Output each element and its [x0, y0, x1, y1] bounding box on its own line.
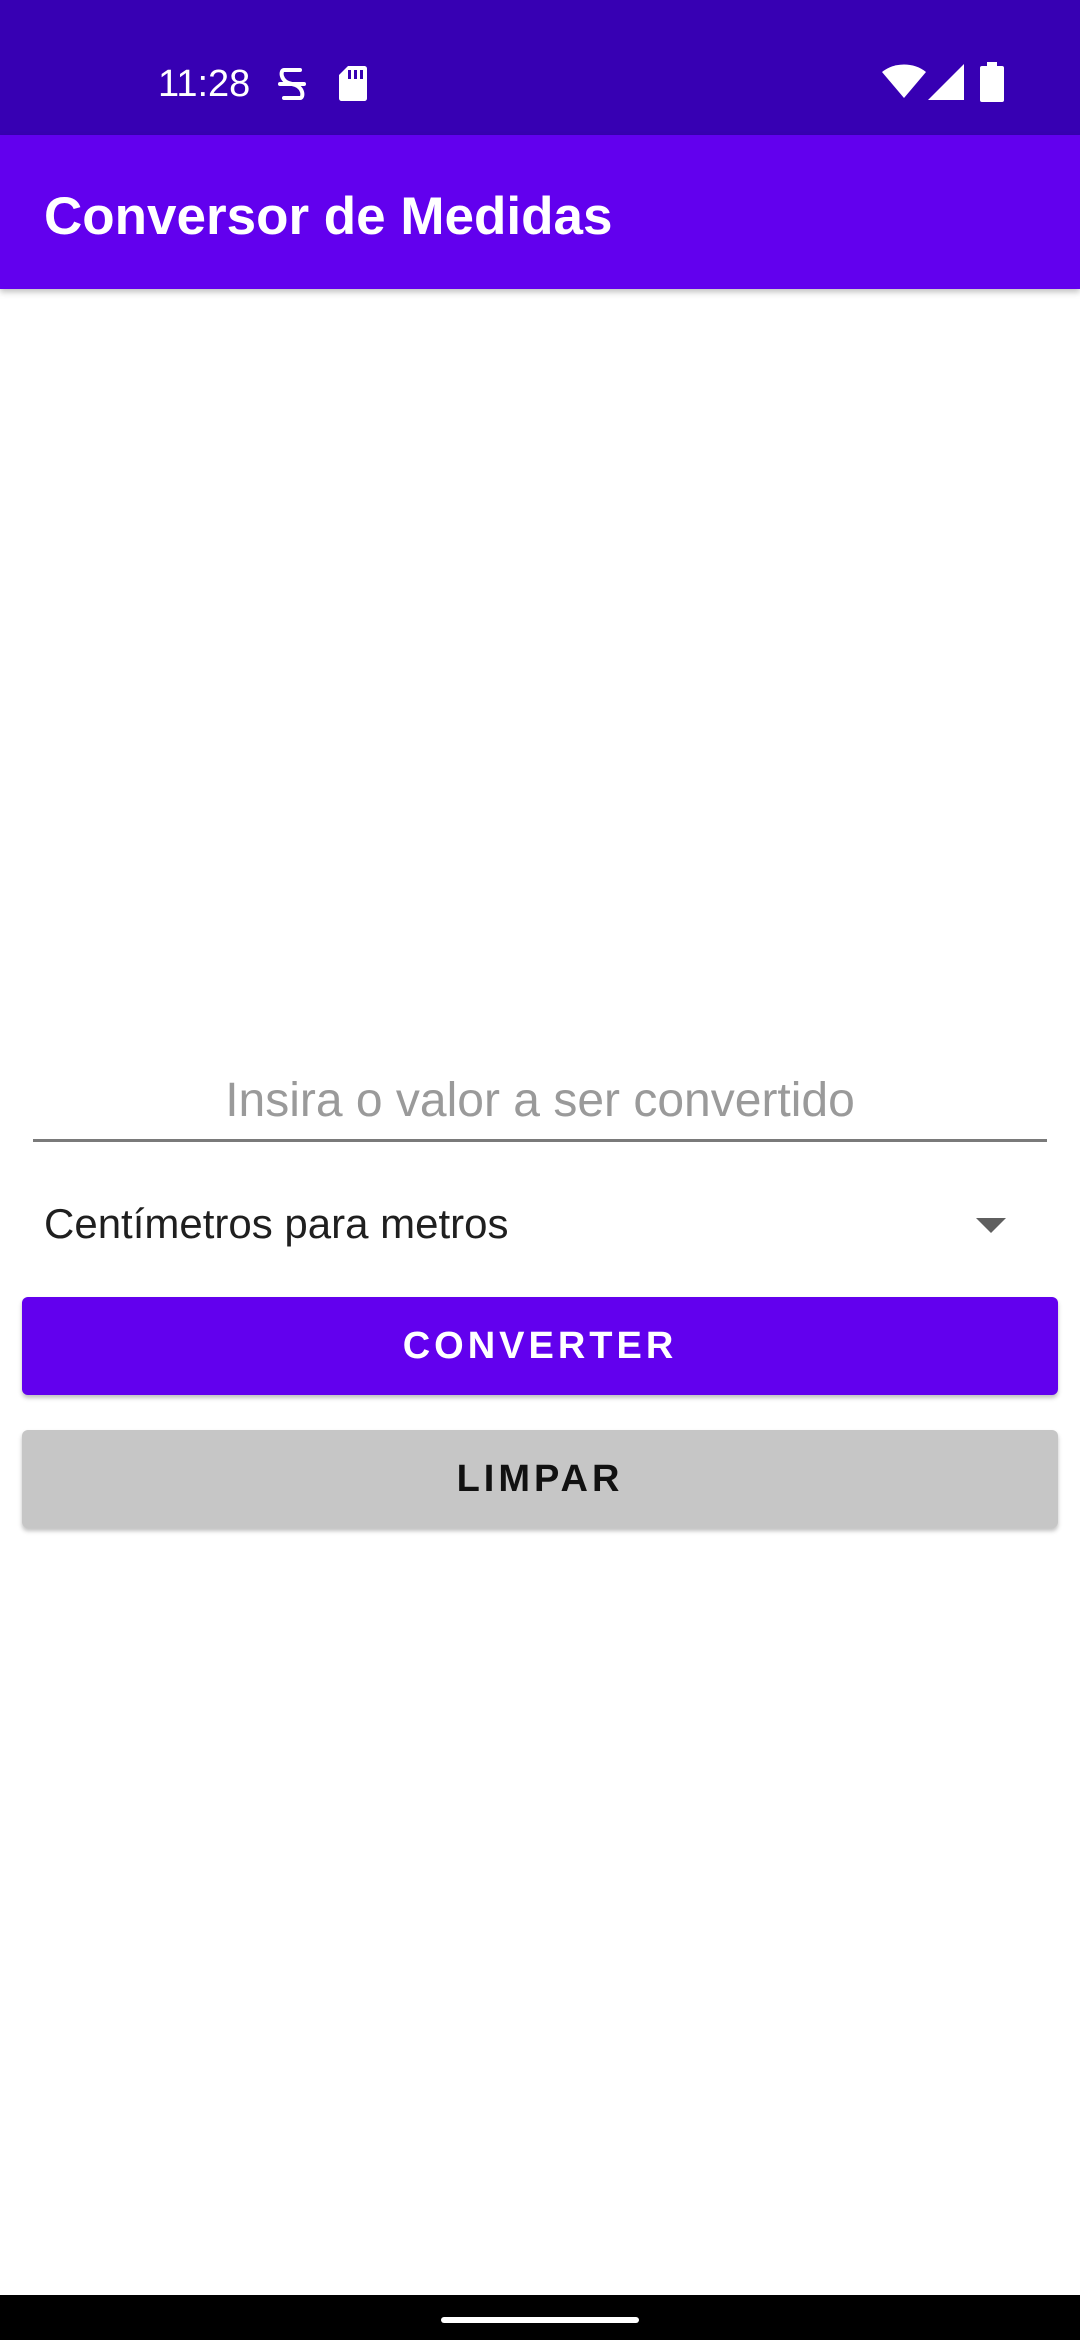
convert-button-label: CONVERTER [402, 1324, 678, 1367]
home-gesture-handle[interactable] [441, 2317, 639, 2323]
clear-button[interactable]: LIMPAR [22, 1430, 1058, 1528]
clear-button-label: LIMPAR [456, 1457, 624, 1500]
cell-signal-icon [928, 64, 964, 100]
wifi-icon [882, 64, 926, 100]
unit-spinner-selected: Centímetros para metros [44, 1200, 509, 1247]
app-bar: Conversor de Medidas [0, 135, 1080, 289]
app-screen: 11:28 Conversor de Medidas Insira o valo… [0, 0, 1080, 2340]
unit-spinner[interactable]: Centímetros para metros [22, 1185, 1058, 1265]
app-title: Conversor de Medidas [44, 187, 613, 246]
dropdown-arrow-icon [976, 1218, 1006, 1233]
status-bar: 11:28 [0, 0, 1080, 135]
navigation-bar [0, 2295, 1080, 2340]
convert-button[interactable]: CONVERTER [22, 1297, 1058, 1395]
sd-card-icon [338, 64, 368, 102]
status-time: 11:28 [158, 63, 251, 105]
data-saver-icon [276, 64, 308, 104]
value-input[interactable] [33, 1062, 1047, 1142]
battery-icon [980, 62, 1004, 102]
